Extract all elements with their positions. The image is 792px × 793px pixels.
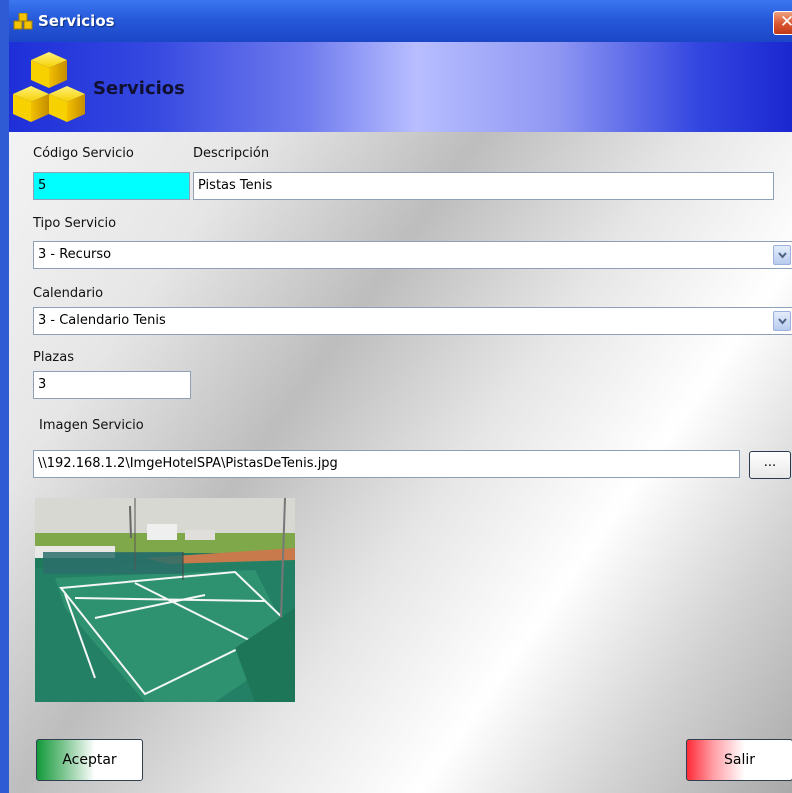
window-title: Servicios — [38, 12, 115, 30]
descripcion-label: Descripción — [193, 146, 270, 161]
service-image — [35, 498, 295, 702]
header-title: Servicios — [93, 78, 185, 99]
header-banner: Servicios — [9, 42, 792, 132]
codigo-label: Código Servicio — [33, 146, 134, 161]
stacked-cubes-icon — [13, 52, 85, 122]
close-icon: ✕ — [780, 12, 792, 32]
servicios-window: Servicios ✕ Servicio — [0, 0, 792, 793]
chevron-down-icon[interactable] — [773, 311, 791, 331]
calendario-select[interactable]: 3 - Calendario Tenis — [33, 307, 792, 335]
stacked-cubes-icon — [13, 13, 33, 30]
codigo-field[interactable]: 5 — [33, 172, 190, 200]
imagen-path-field[interactable]: \\192.168.1.2\ImgeHotelSPA\PistasDeTenis… — [33, 450, 740, 478]
tipo-value: 3 - Recurso — [38, 247, 112, 262]
salir-button[interactable]: Salir — [686, 739, 792, 781]
plazas-label: Plazas — [33, 350, 74, 365]
calendario-value: 3 - Calendario Tenis — [38, 313, 166, 328]
calendario-label: Calendario — [33, 286, 104, 301]
plazas-field[interactable]: 3 — [33, 371, 191, 399]
close-button[interactable]: ✕ — [773, 11, 792, 35]
tipo-label: Tipo Servicio — [33, 216, 117, 231]
tipo-select[interactable]: 3 - Recurso — [33, 241, 792, 269]
descripcion-field[interactable]: Pistas Tenis — [193, 172, 774, 200]
browse-button[interactable]: ... — [749, 451, 791, 479]
imagen-label: Imagen Servicio — [39, 418, 144, 433]
title-bar[interactable]: Servicios ✕ — [9, 0, 792, 42]
chevron-down-icon[interactable] — [773, 245, 791, 265]
aceptar-button[interactable]: Aceptar — [36, 739, 143, 781]
